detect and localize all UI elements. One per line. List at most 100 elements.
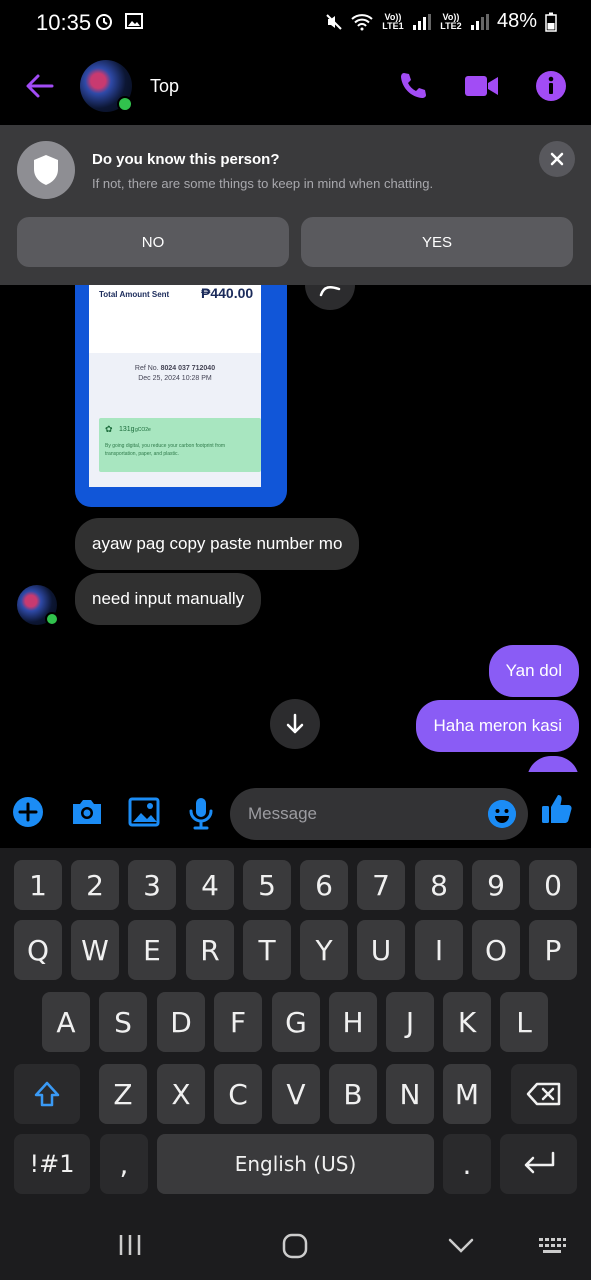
chat-header: Top <box>0 56 591 116</box>
carbon-footprint-box: ✿ 131g gCO2e By going digital, you reduc… <box>99 418 261 472</box>
message-bubble-incoming[interactable]: ayaw pag copy paste number mo <box>75 518 360 570</box>
keyboard-icon[interactable] <box>537 1232 567 1258</box>
plus-icon[interactable] <box>12 796 44 828</box>
banner-subtitle: If not, there are some things to keep in… <box>92 176 434 191</box>
video-icon[interactable] <box>464 70 500 102</box>
receipt-ref-label: Ref No. <box>134 365 159 372</box>
symbols-key[interactable]: !#1 <box>14 1134 90 1194</box>
key-f[interactable]: F <box>214 992 262 1052</box>
key-s[interactable]: S <box>99 992 147 1052</box>
message-bubble-outgoing[interactable]: Haha meron kasi <box>416 700 579 752</box>
key-6[interactable]: 6 <box>300 860 348 910</box>
key-u[interactable]: U <box>357 920 405 980</box>
mic-icon[interactable] <box>188 796 214 830</box>
key-i[interactable]: I <box>415 920 463 980</box>
gallery-icon[interactable] <box>128 796 160 828</box>
key-4[interactable]: 4 <box>186 860 234 910</box>
status-bar: 10:35 Vo)) LTE1 Vo)) LTE2 48% <box>0 0 591 44</box>
contact-name[interactable]: Top <box>150 76 179 97</box>
key-w[interactable]: W <box>71 920 119 980</box>
key-8[interactable]: 8 <box>415 860 463 910</box>
key-7[interactable]: 7 <box>357 860 405 910</box>
carbon-unit: gCO2e <box>135 427 151 433</box>
backspace-key[interactable] <box>511 1064 577 1124</box>
message-bubble-outgoing[interactable]: Yan dol <box>488 645 579 697</box>
home-icon[interactable] <box>281 1232 309 1260</box>
period-key[interactable]: . <box>443 1134 491 1194</box>
key-2[interactable]: 2 <box>71 860 119 910</box>
chevron-down-icon[interactable] <box>447 1232 475 1258</box>
sim2-label: Vo)) LTE2 <box>440 11 462 31</box>
carbon-text: By going digital, you reduce your carbon… <box>105 443 226 457</box>
key-p[interactable]: P <box>529 920 577 980</box>
online-indicator <box>117 96 133 112</box>
signal-icon <box>470 13 489 30</box>
key-d[interactable]: D <box>157 992 205 1052</box>
leaf-icon: ✿ <box>105 424 113 434</box>
receipt-total-label: Total Amount Sent <box>99 290 170 299</box>
arrow-down-icon <box>286 713 304 734</box>
key-e[interactable]: E <box>128 920 176 980</box>
safety-banner: Do you know this person? If not, there a… <box>0 125 591 285</box>
key-b[interactable]: B <box>329 1064 377 1124</box>
yes-button[interactable]: YES <box>301 217 573 267</box>
chat-thread[interactable]: Total Amount Sent ₱440.00 Ref No. 8024 0… <box>0 285 591 772</box>
message-composer: Message <box>0 780 591 846</box>
back-arrow-icon[interactable] <box>24 70 56 102</box>
no-button[interactable]: NO <box>17 217 289 267</box>
key-t[interactable]: T <box>243 920 291 980</box>
shift-icon <box>34 1081 60 1107</box>
message-input[interactable]: Message <box>230 788 528 840</box>
key-z[interactable]: Z <box>99 1064 147 1124</box>
message-bubble-outgoing[interactable] <box>527 756 579 772</box>
message-placeholder: Message <box>248 804 317 823</box>
info-icon[interactable] <box>535 70 567 102</box>
receipt-total-value: ₱440.00 <box>201 285 254 301</box>
key-5[interactable]: 5 <box>243 860 291 910</box>
key-3[interactable]: 3 <box>128 860 176 910</box>
backspace-icon <box>526 1082 561 1106</box>
key-j[interactable]: J <box>386 992 434 1052</box>
shift-key[interactable] <box>14 1064 80 1124</box>
close-icon[interactable] <box>539 141 575 177</box>
camera-icon[interactable] <box>70 796 104 828</box>
receipt-date: Dec 25, 2024 10:28 PM <box>138 375 212 382</box>
key-r[interactable]: R <box>186 920 234 980</box>
key-c[interactable]: C <box>214 1064 262 1124</box>
key-l[interactable]: L <box>500 992 548 1052</box>
key-0[interactable]: 0 <box>529 860 577 910</box>
scroll-down-button[interactable] <box>270 699 320 749</box>
recent-apps-icon[interactable] <box>117 1232 143 1258</box>
key-g[interactable]: G <box>272 992 320 1052</box>
comma-key[interactable]: , <box>100 1134 148 1194</box>
key-q[interactable]: Q <box>14 920 62 980</box>
key-o[interactable]: O <box>472 920 520 980</box>
message-bubble-incoming[interactable]: need input manually <box>75 573 262 625</box>
key-y[interactable]: Y <box>300 920 348 980</box>
receipt-image[interactable]: Total Amount Sent ₱440.00 Ref No. 8024 0… <box>75 285 287 507</box>
navigation-bar <box>0 1210 591 1280</box>
key-a[interactable]: A <box>42 992 90 1052</box>
keyboard: 1 2 3 4 5 6 7 8 9 0 Q W E R T Y U I O P … <box>0 848 591 1210</box>
battery-percent: 48% <box>496 10 537 32</box>
space-key[interactable]: English (US) <box>157 1134 434 1194</box>
key-v[interactable]: V <box>272 1064 320 1124</box>
key-1[interactable]: 1 <box>14 860 62 910</box>
carbon-amount: 131g <box>119 426 135 433</box>
thumbs-up-icon[interactable] <box>540 792 574 826</box>
enter-icon <box>524 1151 554 1174</box>
key-x[interactable]: X <box>157 1064 205 1124</box>
mute-icon <box>326 13 342 30</box>
key-9[interactable]: 9 <box>472 860 520 910</box>
battery-icon <box>545 12 557 32</box>
key-k[interactable]: K <box>443 992 491 1052</box>
signal-icon <box>412 13 431 30</box>
phone-icon[interactable] <box>397 70 429 102</box>
key-h[interactable]: H <box>329 992 377 1052</box>
status-time: 10:35 <box>36 10 92 35</box>
enter-key[interactable] <box>500 1134 577 1194</box>
key-m[interactable]: M <box>443 1064 491 1124</box>
key-n[interactable]: N <box>386 1064 434 1124</box>
share-button[interactable] <box>305 285 355 310</box>
emoji-icon[interactable] <box>488 800 516 828</box>
